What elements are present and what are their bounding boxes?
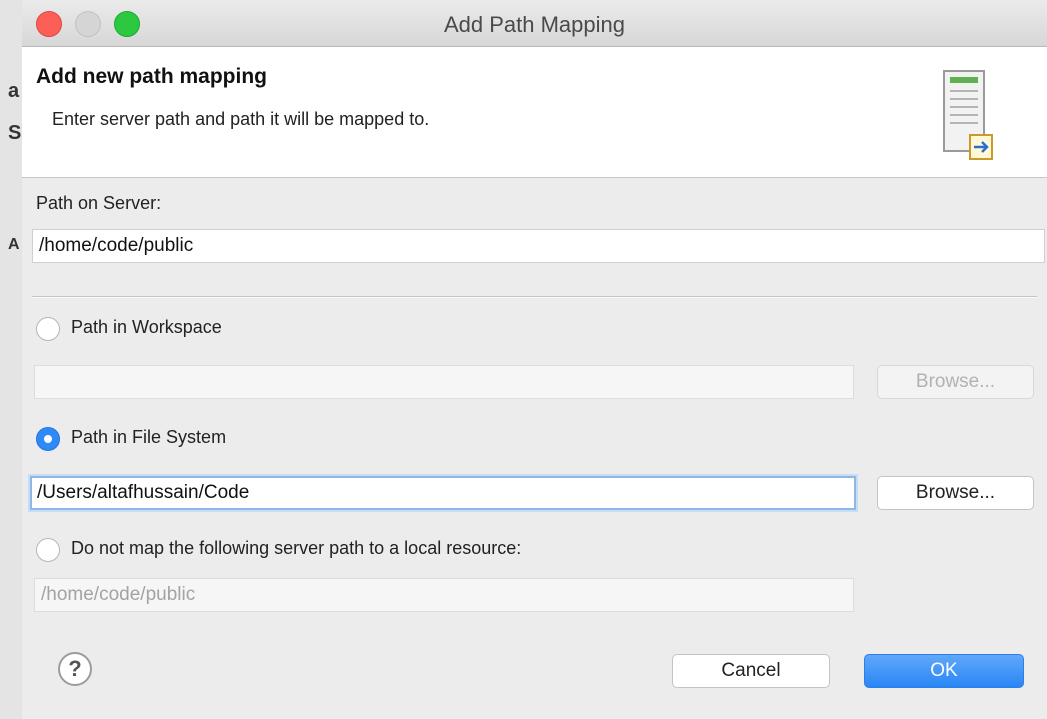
- help-icon[interactable]: ?: [58, 652, 92, 686]
- ok-button[interactable]: OK: [864, 654, 1024, 688]
- background-window-edge: a S A: [0, 0, 23, 719]
- header-description: Enter server path and path it will be ma…: [52, 109, 430, 129]
- filesystem-browse-button[interactable]: Browse...: [877, 476, 1034, 510]
- workspace-browse-button[interactable]: Browse...: [877, 365, 1034, 399]
- no-map-path-input[interactable]: /home/code/public: [34, 578, 854, 612]
- filesystem-path-input[interactable]: /Users/altafhussain/Code: [30, 476, 856, 510]
- separator: [32, 296, 1037, 298]
- add-path-mapping-dialog: Add Path Mapping Add new path mapping En…: [22, 0, 1047, 719]
- no-map-radio-label: Do not map the following server path to …: [71, 538, 522, 558]
- server-icon: [943, 70, 993, 160]
- dialog-header: Add new path mapping Enter server path a…: [22, 47, 1047, 178]
- background-text-fragment: S: [8, 122, 22, 144]
- workspace-radio-label: Path in Workspace: [71, 317, 222, 337]
- cancel-button[interactable]: Cancel: [672, 654, 830, 688]
- workspace-radio[interactable]: [36, 317, 60, 341]
- background-text-fragment: A: [8, 236, 20, 253]
- server-path-label: Path on Server:: [36, 193, 162, 213]
- filesystem-radio[interactable]: [36, 427, 60, 451]
- no-map-radio[interactable]: [36, 538, 60, 562]
- title-bar: Add Path Mapping: [22, 0, 1047, 47]
- filesystem-radio-label: Path in File System: [71, 427, 227, 447]
- server-path-input[interactable]: /home/code/public: [32, 229, 1045, 263]
- window-title: Add Path Mapping: [443, 12, 626, 37]
- header-title: Add new path mapping: [36, 65, 267, 88]
- background-text-fragment: a: [8, 80, 20, 102]
- workspace-path-input[interactable]: [34, 365, 854, 399]
